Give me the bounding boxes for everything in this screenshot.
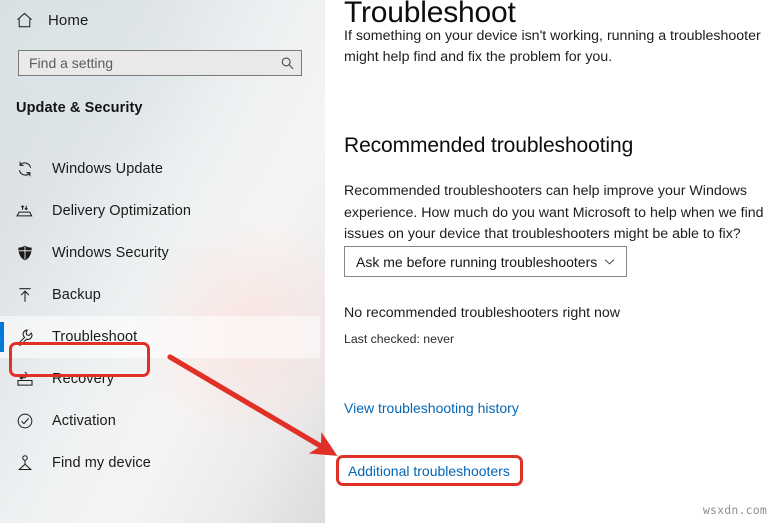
sidebar-item-windows-security[interactable]: Windows Security bbox=[0, 232, 320, 274]
link-view-troubleshooting-history[interactable]: View troubleshooting history bbox=[344, 400, 519, 416]
sidebar-item-label: Backup bbox=[52, 287, 101, 303]
sidebar-item-troubleshoot[interactable]: Troubleshoot bbox=[0, 316, 320, 358]
search-input[interactable] bbox=[29, 55, 279, 71]
refresh-icon bbox=[16, 159, 38, 179]
sidebar-item-label: Delivery Optimization bbox=[52, 203, 192, 219]
last-checked-text: Last checked: never bbox=[344, 332, 455, 346]
sidebar-item-home[interactable]: Home bbox=[14, 5, 88, 35]
sidebar-item-backup[interactable]: Backup bbox=[0, 274, 320, 316]
page-description: If something on your device isn't workin… bbox=[344, 28, 761, 65]
sidebar-item-label: Find my device bbox=[52, 455, 151, 471]
main-content: Troubleshoot If something on your device… bbox=[325, 0, 775, 523]
sidebar: Home Update & Security bbox=[0, 0, 644, 523]
recommended-status-text: No recommended troubleshooters right now bbox=[344, 305, 621, 321]
find-my-device-icon bbox=[16, 453, 38, 473]
recommended-troubleshooting-dropdown[interactable]: Ask me before running troubleshooters bbox=[344, 246, 627, 277]
link-additional-troubleshooters-highlighted[interactable]: Additional troubleshooters bbox=[348, 463, 510, 479]
sidebar-item-label: Windows Update bbox=[52, 161, 164, 177]
sidebar-item-label: Windows Security bbox=[52, 245, 169, 261]
sidebar-item-find-my-device[interactable]: Find my device bbox=[0, 442, 320, 484]
wrench-icon bbox=[16, 327, 38, 347]
sidebar-item-recovery[interactable]: Recovery bbox=[0, 358, 320, 400]
search-icon[interactable] bbox=[279, 55, 295, 71]
shield-icon bbox=[16, 243, 38, 263]
watermark: wsxdn.com bbox=[702, 503, 767, 517]
delivery-optimization-icon bbox=[16, 201, 38, 221]
sidebar-item-delivery-optimization[interactable]: Delivery Optimization bbox=[0, 190, 320, 232]
sidebar-item-label: Activation bbox=[52, 413, 116, 429]
dropdown-selected-value: Ask me before running troubleshooters bbox=[356, 253, 598, 270]
section-heading-recommended-troubleshooting: Recommended troubleshooting bbox=[344, 134, 634, 157]
settings-window: Home Update & Security bbox=[0, 0, 775, 523]
recovery-icon bbox=[16, 369, 38, 389]
chevron-down-icon[interactable] bbox=[602, 255, 616, 269]
sidebar-item-label: Recovery bbox=[52, 371, 115, 387]
sidebar-item-label: Troubleshoot bbox=[52, 329, 138, 345]
sidebar-item-windows-update[interactable]: Windows Update bbox=[0, 148, 320, 190]
sidebar-item-activation[interactable]: Activation bbox=[0, 400, 320, 442]
sidebar-item-home-label: Home bbox=[48, 11, 89, 29]
section-description: Recommended troubleshooters can help imp… bbox=[344, 183, 764, 242]
upload-arrow-icon bbox=[16, 285, 38, 305]
home-icon bbox=[14, 10, 34, 30]
search-box[interactable] bbox=[18, 50, 302, 76]
sidebar-section-title: Update & Security bbox=[16, 100, 143, 116]
sidebar-nav: Windows Update Delivery Optimization Win… bbox=[0, 148, 320, 484]
check-circle-icon bbox=[16, 411, 38, 431]
